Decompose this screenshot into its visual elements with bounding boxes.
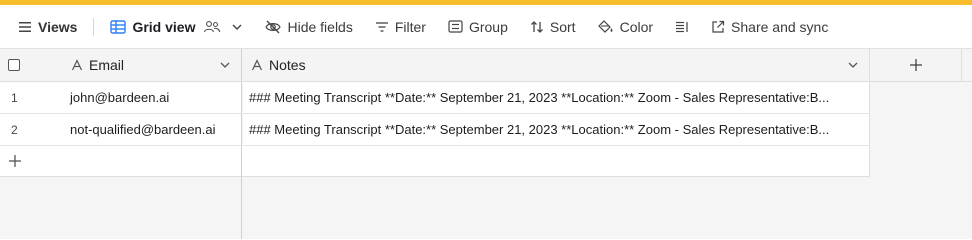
column-header-notes[interactable]: Notes xyxy=(243,49,870,82)
column-name-email: Email xyxy=(89,57,125,73)
filter-button[interactable]: Filter xyxy=(369,13,432,41)
view-toolbar: Views Grid view Hide fields Filter Group… xyxy=(0,5,972,49)
sort-icon xyxy=(530,20,543,33)
add-record-button[interactable] xyxy=(0,146,242,177)
add-record-row[interactable] xyxy=(0,146,870,177)
chevron-down-icon[interactable] xyxy=(847,59,859,71)
email-cell[interactable]: john@bardeen.ai xyxy=(60,82,242,114)
color-label: Color xyxy=(619,18,654,35)
hide-fields-label: Hide fields xyxy=(287,18,353,35)
text-field-icon xyxy=(71,59,83,71)
group-button[interactable]: Group xyxy=(442,13,514,41)
add-record-notes-area[interactable] xyxy=(243,146,870,177)
row-number: 1 xyxy=(0,82,60,114)
eye-slash-icon xyxy=(265,20,282,33)
add-field-button[interactable] xyxy=(870,49,962,82)
column-name-notes: Notes xyxy=(269,57,306,73)
chevron-down-icon[interactable] xyxy=(219,59,231,71)
data-grid: Email Notes 1 john@bardeen.ai ### Meetin… xyxy=(0,49,972,239)
sort-label: Sort xyxy=(549,18,576,35)
header-filler xyxy=(962,49,972,82)
notes-cell[interactable]: ### Meeting Transcript **Date:** Septemb… xyxy=(243,82,870,114)
toolbar-divider xyxy=(93,17,95,36)
chevron-down-icon xyxy=(232,24,242,30)
row-height-button[interactable] xyxy=(669,13,695,41)
views-label: Views xyxy=(38,18,78,35)
plus-icon xyxy=(9,155,21,167)
group-label: Group xyxy=(468,18,508,35)
share-icon xyxy=(712,20,725,33)
grid-view-label: Grid view xyxy=(132,18,196,35)
hide-fields-button[interactable]: Hide fields xyxy=(259,13,358,41)
table-row[interactable]: 2 not-qualified@bardeen.ai ### Meeting T… xyxy=(0,114,870,146)
sort-button[interactable]: Sort xyxy=(524,13,582,41)
filter-icon xyxy=(375,21,388,32)
notes-cell[interactable]: ### Meeting Transcript **Date:** Septemb… xyxy=(243,114,870,146)
share-and-sync-label: Share and sync xyxy=(731,18,829,35)
row-height-icon xyxy=(676,21,688,32)
text-field-icon xyxy=(251,59,263,71)
color-button[interactable]: Color xyxy=(592,13,659,41)
email-cell[interactable]: not-qualified@bardeen.ai xyxy=(60,114,242,146)
plus-icon xyxy=(909,59,922,71)
table-row[interactable]: 1 john@bardeen.ai ### Meeting Transcript… xyxy=(0,82,870,114)
select-all-checkbox[interactable] xyxy=(8,59,20,71)
filter-label: Filter xyxy=(394,18,426,35)
grid-icon xyxy=(110,19,127,34)
grid-view-switcher[interactable]: Grid view xyxy=(104,13,249,41)
hamburger-icon xyxy=(19,21,31,32)
group-icon xyxy=(448,20,463,33)
select-all-header xyxy=(0,49,60,82)
column-header-email[interactable]: Email xyxy=(60,49,242,82)
views-button[interactable]: Views xyxy=(12,13,83,41)
share-and-sync-button[interactable]: Share and sync xyxy=(705,13,834,41)
people-icon xyxy=(204,20,221,32)
row-number: 2 xyxy=(0,114,60,146)
empty-grid-area xyxy=(0,177,242,239)
paint-bucket-icon xyxy=(597,19,613,33)
